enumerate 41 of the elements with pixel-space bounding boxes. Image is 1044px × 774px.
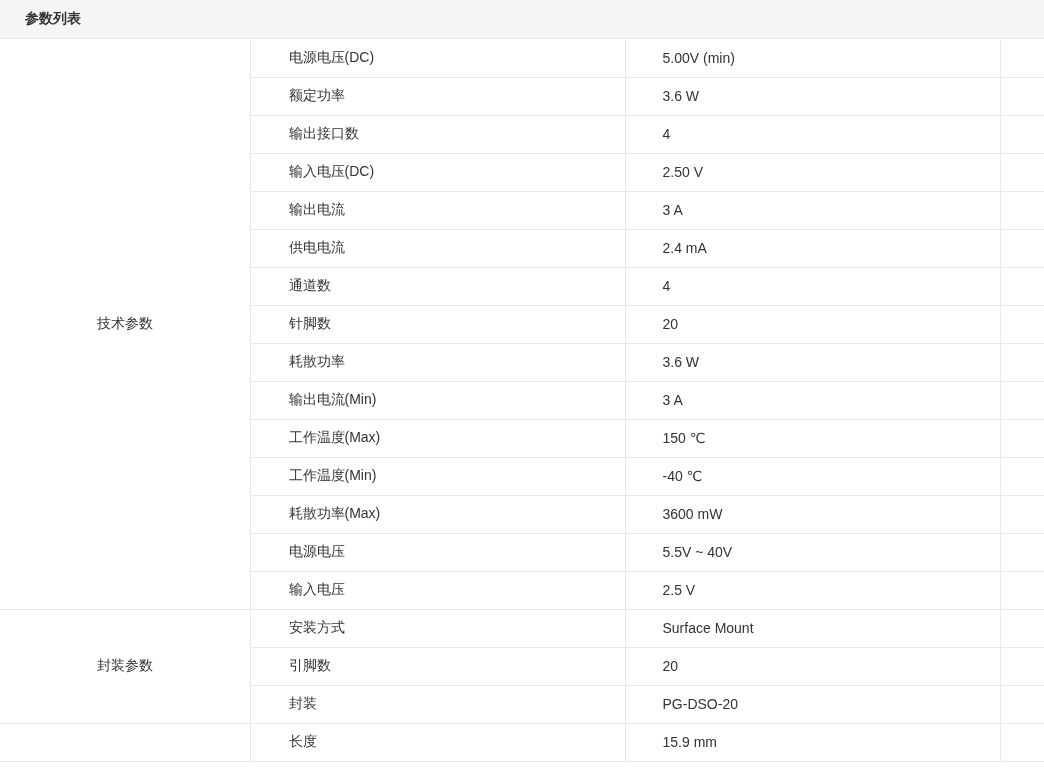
parameter-name: 输出接口数 xyxy=(250,115,625,153)
parameter-name: 输入电压(DC) xyxy=(250,153,625,191)
parameter-value: 3.6 W xyxy=(625,343,1000,381)
parameter-value: PG-DSO-20 xyxy=(625,685,1000,723)
parameter-name: 额定功率 xyxy=(250,77,625,115)
parameter-name: 耗散功率 xyxy=(250,343,625,381)
parameter-value: 5.5V ~ 40V xyxy=(625,533,1000,571)
parameter-value: 3 A xyxy=(625,191,1000,229)
parameter-name: 电源电压 xyxy=(250,533,625,571)
parameter-value: 15.9 mm xyxy=(625,723,1000,761)
parameter-value: 4 xyxy=(625,115,1000,153)
parameter-value: 4 xyxy=(625,267,1000,305)
parameter-value: 150 ℃ xyxy=(625,419,1000,457)
parameter-name: 工作温度(Min) xyxy=(250,457,625,495)
parameter-name: 输入电压 xyxy=(250,571,625,609)
parameter-value: 3.6 W xyxy=(625,77,1000,115)
parameter-value: 5.00V (min) xyxy=(625,39,1000,77)
parameter-value: 2.50 V xyxy=(625,153,1000,191)
parameter-name: 封装 xyxy=(250,685,625,723)
parameter-name: 输出电流(Min) xyxy=(250,381,625,419)
group-label: 技术参数 xyxy=(0,39,250,609)
parameter-name: 针脚数 xyxy=(250,305,625,343)
parameter-name: 供电电流 xyxy=(250,229,625,267)
panel-title: 参数列表 xyxy=(25,10,81,28)
parameter-name: 长度 xyxy=(250,723,625,761)
parameter-value: 3 A xyxy=(625,381,1000,419)
parameter-value: 3600 mW xyxy=(625,495,1000,533)
parameter-value: 20 xyxy=(625,305,1000,343)
parameter-name: 引脚数 xyxy=(250,647,625,685)
parameter-name: 电源电压(DC) xyxy=(250,39,625,77)
parameter-name: 安装方式 xyxy=(250,609,625,647)
parameter-name: 工作温度(Max) xyxy=(250,419,625,457)
parameter-value: 2.4 mA xyxy=(625,229,1000,267)
parameter-value: 2.5 V xyxy=(625,571,1000,609)
parameter-name: 耗散功率(Max) xyxy=(250,495,625,533)
parameter-value: Surface Mount xyxy=(625,609,1000,647)
parameter-value: 20 xyxy=(625,647,1000,685)
parameter-value: -40 ℃ xyxy=(625,457,1000,495)
parameter-name: 输出电流 xyxy=(250,191,625,229)
parameter-name: 通道数 xyxy=(250,267,625,305)
group-label: 封装参数 xyxy=(0,609,250,723)
